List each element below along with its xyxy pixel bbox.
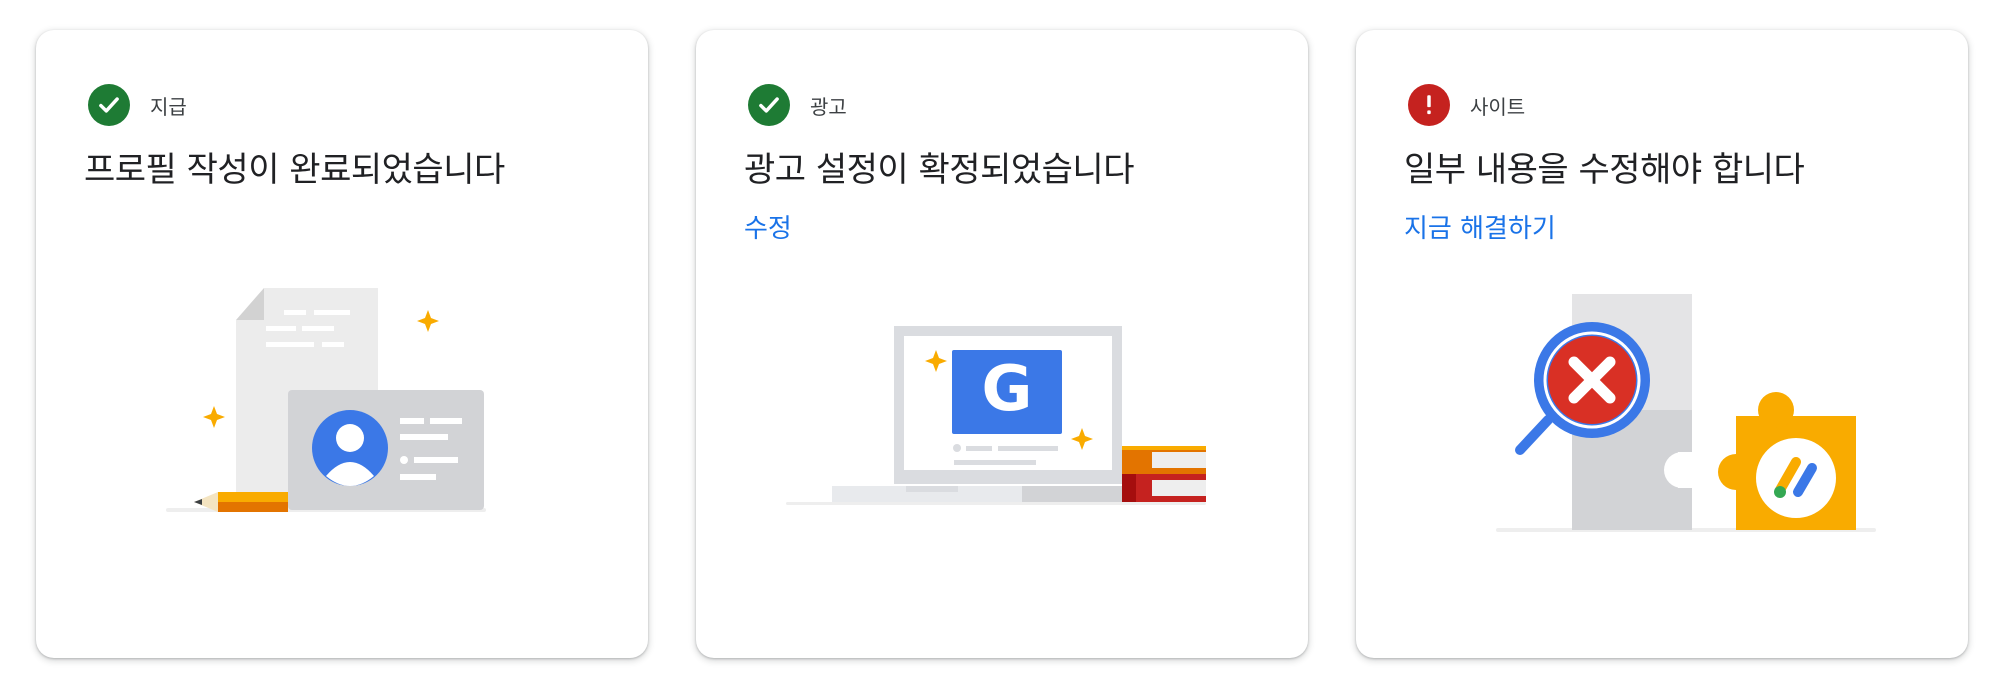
card-title: 프로필 작성이 완료되었습니다 bbox=[84, 150, 505, 190]
status-row: 광고 bbox=[748, 84, 847, 126]
card-payments: 지급 프로필 작성이 완료되었습니다 bbox=[36, 30, 648, 658]
check-circle-icon bbox=[748, 84, 790, 126]
status-row: 사이트 bbox=[1408, 84, 1525, 126]
card-title: 광고 설정이 확정되었습니다 bbox=[744, 150, 1134, 190]
laptop-google-icon: G bbox=[786, 280, 1222, 514]
google-logo-text: G bbox=[982, 352, 1033, 425]
card-site: 사이트 일부 내용을 수정해야 합니다 지금 해결하기 bbox=[1356, 30, 1968, 658]
status-label: 지급 bbox=[150, 94, 187, 119]
fix-now-link[interactable]: 지금 해결하기 bbox=[1404, 208, 1556, 245]
error-circle-icon bbox=[1408, 84, 1450, 126]
status-label: 광고 bbox=[810, 94, 847, 119]
status-label: 사이트 bbox=[1470, 94, 1526, 119]
profile-document-icon bbox=[166, 280, 486, 524]
cards-container: 지급 프로필 작성이 완료되었습니다 광고 광고 설정이 확정되었습니다 수정 … bbox=[0, 0, 2008, 698]
card-title: 일부 내용을 수정해야 합니다 bbox=[1404, 150, 1805, 190]
puzzle-search-error-icon bbox=[1496, 260, 1876, 544]
check-circle-icon bbox=[88, 84, 130, 126]
card-ads: 광고 광고 설정이 확정되었습니다 수정 G bbox=[696, 30, 1308, 658]
status-row: 지급 bbox=[88, 84, 187, 126]
edit-link[interactable]: 수정 bbox=[744, 208, 792, 245]
